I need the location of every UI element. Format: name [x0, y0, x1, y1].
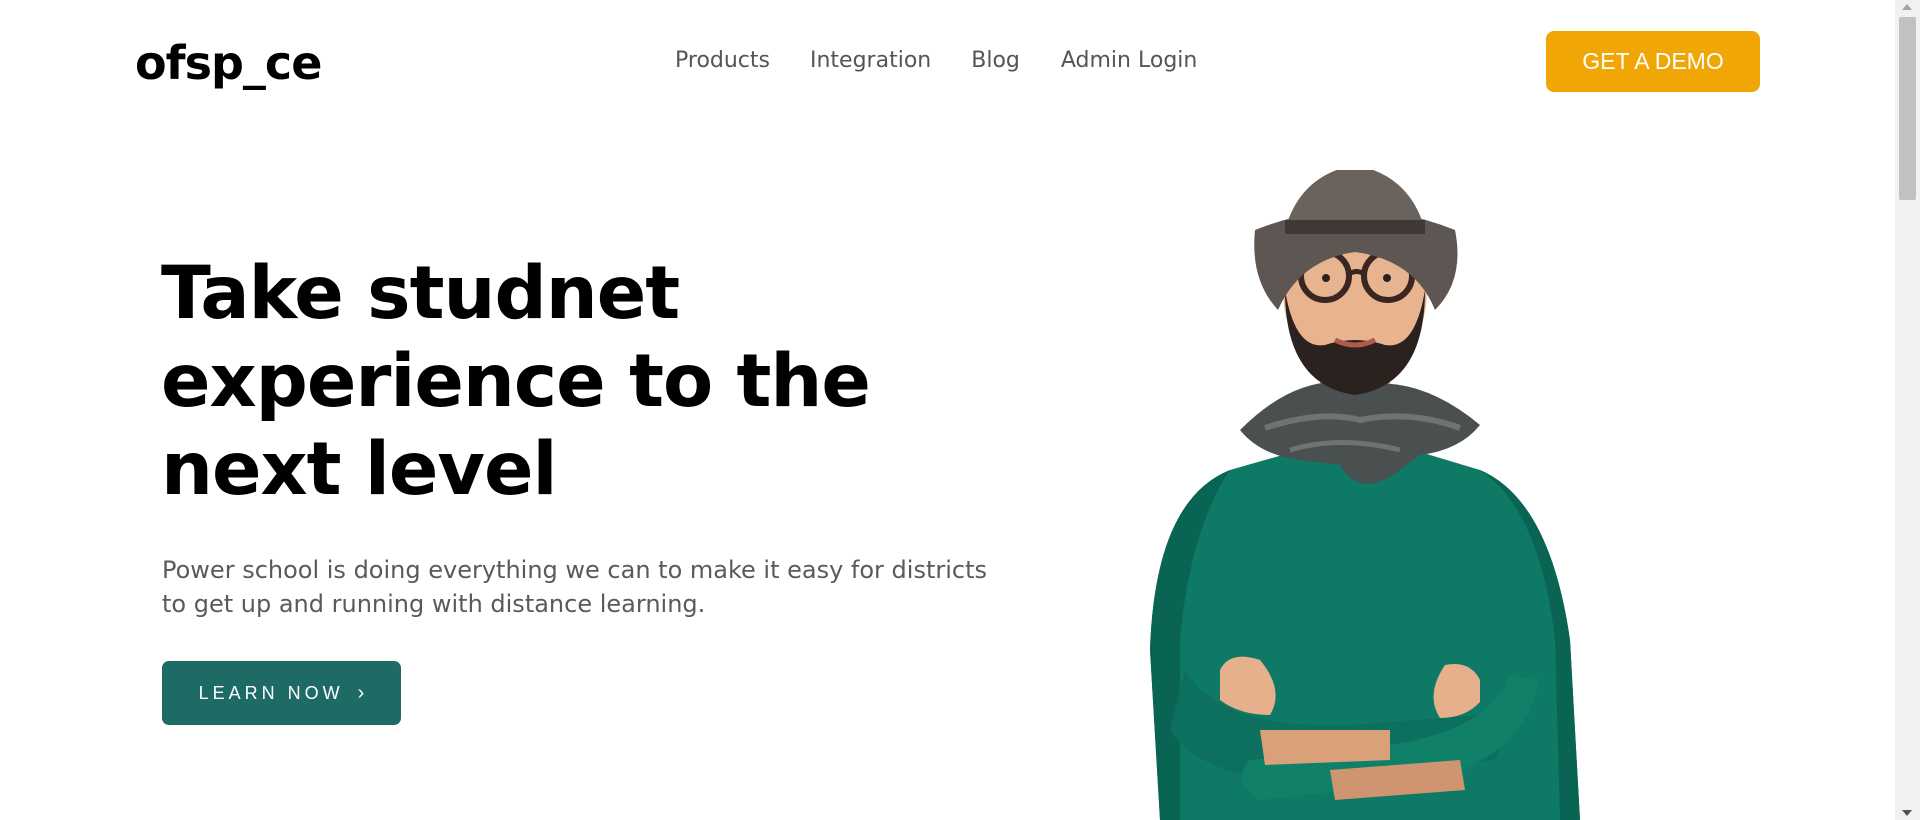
learn-now-label: LEARN NOW	[198, 682, 344, 703]
scroll-down-icon[interactable]	[1902, 810, 1912, 816]
hero-title: Take studnet experience to the next leve…	[161, 251, 871, 512]
scroll-up-icon[interactable]	[1902, 4, 1912, 10]
chevron-right-icon: ›	[357, 681, 365, 704]
hero-description: Power school is doing everything we can …	[162, 556, 988, 618]
nav-products[interactable]: Products	[675, 44, 770, 78]
nav-admin-login[interactable]: Admin Login	[1061, 44, 1197, 78]
scrollbar[interactable]	[1895, 0, 1920, 820]
scrollbar-thumb[interactable]	[1899, 17, 1916, 200]
nav-integration[interactable]: Integration	[810, 44, 931, 78]
main-nav: Products Integration Blog Admin Login	[675, 44, 1197, 78]
learn-now-button[interactable]: LEARN NOW ›	[162, 661, 401, 725]
get-demo-button[interactable]: GET A DEMO	[1546, 31, 1760, 92]
site-logo[interactable]: ofsp_ce	[135, 33, 322, 93]
hero-person-image	[1150, 170, 1580, 820]
nav-blog[interactable]: Blog	[971, 44, 1020, 78]
